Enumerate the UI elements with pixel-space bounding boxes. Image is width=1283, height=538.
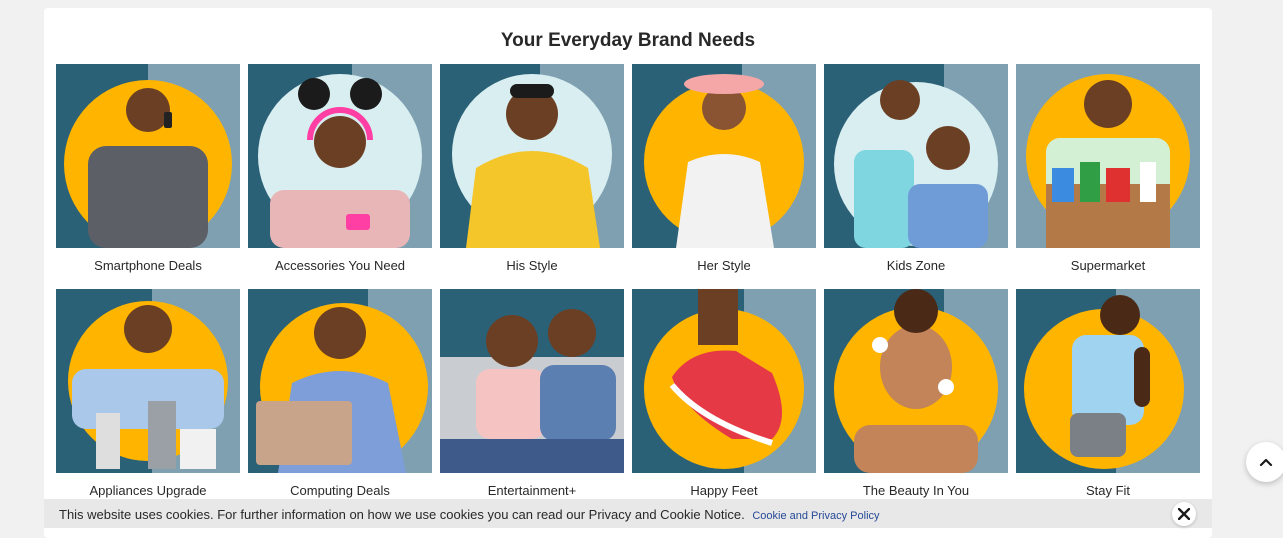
category-tile-smartphone-deals[interactable] <box>56 64 240 248</box>
beauty-icon <box>824 289 1008 473</box>
category-tile-beauty[interactable] <box>824 289 1008 473</box>
category-label[interactable]: Happy Feet <box>632 483 816 498</box>
category-tile-supermarket[interactable] <box>1016 64 1200 248</box>
woman-in-sunhat-icon <box>632 64 816 248</box>
category-tile-entertainment[interactable] <box>440 289 624 473</box>
cookie-banner: This website uses cookies. For further i… <box>44 499 1212 528</box>
category-tile-appliances[interactable] <box>56 289 240 473</box>
fitness-icon <box>1016 289 1200 473</box>
cookie-close-button[interactable] <box>1172 502 1196 526</box>
category-label[interactable]: Appliances Upgrade <box>56 483 240 498</box>
sneaker-icon <box>632 289 816 473</box>
category-label[interactable]: Accessories You Need <box>248 258 432 273</box>
children-icon <box>824 64 1008 248</box>
close-icon <box>1178 508 1190 520</box>
scroll-to-top-button[interactable] <box>1246 442 1283 482</box>
category-tile-stay-fit[interactable] <box>1016 289 1200 473</box>
category-tile-happy-feet[interactable] <box>632 289 816 473</box>
category-label[interactable]: His Style <box>440 258 624 273</box>
man-on-phone-icon <box>56 64 240 248</box>
category-tile-kids-zone[interactable] <box>824 64 1008 248</box>
cookie-text-wrap: This website uses cookies. For further i… <box>59 507 880 522</box>
woman-with-headphones-icon <box>248 64 432 248</box>
category-label[interactable]: The Beauty In You <box>824 483 1008 498</box>
category-label[interactable]: Stay Fit <box>1016 483 1200 498</box>
category-tile-accessories[interactable] <box>248 64 432 248</box>
category-label[interactable]: Her Style <box>632 258 816 273</box>
laptop-icon <box>248 289 432 473</box>
grocery-box-icon <box>1016 64 1200 248</box>
category-label[interactable]: Computing Deals <box>248 483 432 498</box>
couple-on-sofa-icon <box>440 289 624 473</box>
cookie-notice-text: This website uses cookies. For further i… <box>59 507 745 522</box>
category-label[interactable]: Supermarket <box>1016 258 1200 273</box>
category-label[interactable]: Entertainment+ <box>440 483 624 498</box>
category-tile-her-style[interactable] <box>632 64 816 248</box>
section-title: Your Everyday Brand Needs <box>500 30 756 51</box>
category-tile-computing[interactable] <box>248 289 432 473</box>
brand-needs-section: Your Everyday Brand Needs Smartphone Dea… <box>44 8 1212 538</box>
cookie-policy-link[interactable]: Cookie and Privacy Policy <box>752 510 879 522</box>
category-label[interactable]: Smartphone Deals <box>56 258 240 273</box>
man-in-hoodie-icon <box>440 64 624 248</box>
kitchen-appliances-icon <box>56 289 240 473</box>
chevron-up-icon <box>1259 458 1273 467</box>
category-label[interactable]: Kids Zone <box>824 258 1008 273</box>
category-tile-his-style[interactable] <box>440 64 624 248</box>
